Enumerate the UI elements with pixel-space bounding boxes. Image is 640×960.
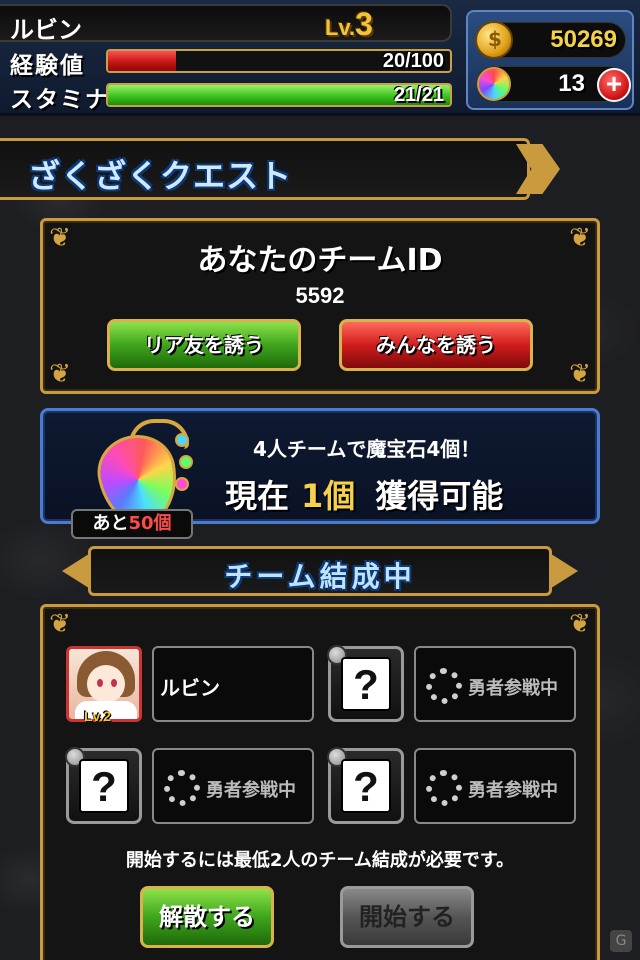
exp-row: 経験値 20/100 [8,46,456,79]
watermark-icon: G [610,930,632,952]
avatar-eye [111,679,117,687]
player-level: Lv.3 [325,6,373,43]
remaining-count: 50個 [128,513,172,534]
reward-description: 4人チームで魔宝石4個！ [253,437,481,461]
requirement-text: 開始するには最低2人のチーム結成が必要です。 [125,850,515,871]
gem-row: 13 + [476,66,631,102]
member-level: Lv.2 [84,708,111,724]
question-icon: ? [341,657,391,711]
stamina-label: スタミナ [10,87,110,113]
invite-everyone-button[interactable]: みんなを誘う [339,319,533,371]
member-name-box: ルビン [152,646,314,722]
avatar-face [87,665,125,703]
empty-slot[interactable]: ? [327,747,404,824]
gem-reward-panel: あと50個 4人チームで魔宝石4個！ 現在 1個 獲得可能 [40,408,600,539]
stamina-row: スタミナ 21/21 [8,80,456,113]
corner-ornament-icon: ❦ [569,609,591,639]
team-forming-title: チーム結成中 [224,560,416,593]
coin-icon [475,21,513,59]
waiting-slot: 勇者参戦中 [414,748,576,824]
quest-title: ざくざくクエスト [28,157,293,195]
current-label: 現在 [225,477,290,515]
start-button[interactable]: 開始する [340,886,474,948]
spinner-icon [164,770,200,806]
spinner-icon [426,770,462,806]
question-icon: ? [341,759,391,813]
status-bar: ルビン Lv.3 経験値 20/100 スタミナ 21/21 50269 13 … [0,0,640,116]
gem-dot [179,455,193,469]
level-prefix: Lv. [325,15,356,40]
gem-reward-icon [89,419,199,532]
invite-friends-button[interactable]: リア友を誘う [107,319,301,371]
level-value: 3 [355,6,373,42]
exp-bar: 20/100 [106,49,452,73]
corner-ornament-icon: ❦ [569,359,591,389]
remaining-badge: あと50個 [71,509,193,539]
stamina-value: 21/21 [393,84,444,106]
currency-panel: 50269 13 + [466,10,634,110]
spinner-icon [426,668,462,704]
waiting-slot: 勇者参戦中 [414,646,576,722]
quest-title-banner: ざくざくクエスト [0,138,530,200]
gem-dot [175,477,189,491]
corner-ornament-icon: ❦ [49,609,71,639]
stamina-bar: 21/21 [106,83,452,107]
member-name: ルビン [160,676,220,700]
exp-label: 経験値 [10,53,85,79]
avatar-eye [97,679,103,687]
gem-icon [477,67,511,101]
remaining-prefix: あと [92,513,129,534]
corner-ornament-icon: ❦ [49,359,71,389]
buy-gems-plus-icon[interactable]: + [597,68,631,102]
team-forming-banner: チーム結成中 [88,546,552,596]
coin-row: 50269 [475,21,626,59]
gem-dot [175,433,189,447]
empty-slot[interactable]: ? [65,747,142,824]
question-icon: ? [79,759,129,813]
current-count: 1個 [301,477,356,515]
team-id-panel: ❦ ❦ ❦ ❦ あなたのチームID 5592 リア友を誘う みんなを誘う [40,218,600,394]
name-plate: ルビン Lv.3 [0,4,452,44]
waiting-label: 勇者参戦中 [206,780,296,801]
disband-button[interactable]: 解散する [140,886,274,948]
waiting-slot: 勇者参戦中 [152,748,314,824]
gem-count: 13 [558,70,585,97]
obtainable-label: 獲得可能 [375,477,504,515]
waiting-label: 勇者参戦中 [468,678,558,699]
empty-slot[interactable]: ? [327,645,404,722]
coin-count: 50269 [550,26,617,53]
exp-bar-fill [108,51,177,71]
team-id-title: あなたのチームID [197,243,443,278]
team-id-value: 5592 [295,283,345,308]
exp-value: 20/100 [382,50,444,72]
waiting-label: 勇者参戦中 [468,780,558,801]
reward-status: 現在 1個 獲得可能 [225,471,503,517]
player-name: ルビン [10,16,82,44]
